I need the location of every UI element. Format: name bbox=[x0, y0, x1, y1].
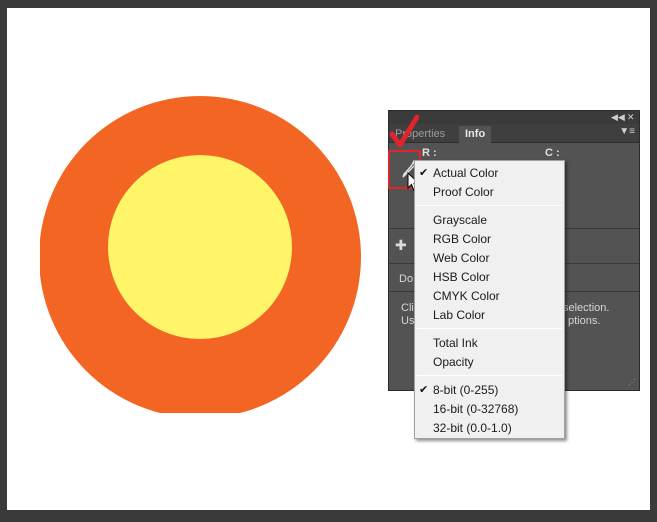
checkmark-icon: ✔ bbox=[419, 167, 429, 179]
hint-text-left-2: Us bbox=[401, 315, 415, 327]
close-icon[interactable]: ✕ bbox=[627, 111, 635, 123]
hint-text-right-1: selection. bbox=[563, 302, 610, 314]
tab-info[interactable]: Info bbox=[459, 126, 492, 143]
menu-item-actual-color[interactable]: Actual Color bbox=[433, 164, 498, 182]
menu-item-rgb-color[interactable]: RGB Color bbox=[433, 230, 491, 248]
hint-text-right-2: ptions. bbox=[568, 315, 601, 327]
panel-tabs: Properties Info ▼≡ bbox=[389, 124, 639, 143]
menu-item-proof-color[interactable]: Proof Color bbox=[433, 183, 494, 201]
cmyk-readout-label: C : bbox=[545, 147, 560, 159]
circle-artwork bbox=[40, 96, 361, 413]
resize-grip-icon[interactable]: ⋰ bbox=[628, 378, 636, 387]
menu-item-total-ink[interactable]: Total Ink bbox=[433, 334, 478, 352]
menu-item-8-bit[interactable]: 8-bit (0-255) bbox=[433, 381, 498, 399]
rgb-readout-label: R : bbox=[422, 147, 437, 159]
menu-item-opacity[interactable]: Opacity bbox=[433, 353, 474, 371]
menu-item-cmyk-color[interactable]: CMYK Color bbox=[433, 287, 500, 305]
hint-text-left-1: Cli bbox=[401, 302, 414, 314]
menu-item-web-color[interactable]: Web Color bbox=[433, 249, 489, 267]
panel-title-bar: ◀◀ ✕ bbox=[389, 111, 639, 124]
menu-item-16-bit[interactable]: 16-bit (0-32768) bbox=[433, 400, 518, 418]
menu-separator bbox=[417, 375, 562, 376]
menu-separator bbox=[417, 328, 562, 329]
panel-menu-icon[interactable]: ▼≡ bbox=[619, 126, 635, 137]
menu-item-hsb-color[interactable]: HSB Color bbox=[433, 268, 490, 286]
collapse-icon[interactable]: ◀◀ bbox=[611, 111, 625, 123]
menu-item-lab-color[interactable]: Lab Color bbox=[433, 306, 485, 324]
menu-separator bbox=[417, 205, 562, 206]
inner-yellow-circle bbox=[108, 155, 292, 339]
doc-info-text: Do bbox=[399, 273, 414, 285]
color-mode-dropdown-menu: ✔ Actual Color Proof Color Grayscale RGB… bbox=[414, 160, 565, 439]
menu-item-32-bit[interactable]: 32-bit (0.0-1.0) bbox=[433, 419, 512, 437]
checkmark-icon: ✔ bbox=[419, 384, 429, 396]
menu-item-grayscale[interactable]: Grayscale bbox=[433, 211, 487, 229]
red-checkmark-annotation-icon bbox=[389, 114, 419, 148]
crosshair-icon[interactable]: ✚ bbox=[395, 237, 407, 254]
